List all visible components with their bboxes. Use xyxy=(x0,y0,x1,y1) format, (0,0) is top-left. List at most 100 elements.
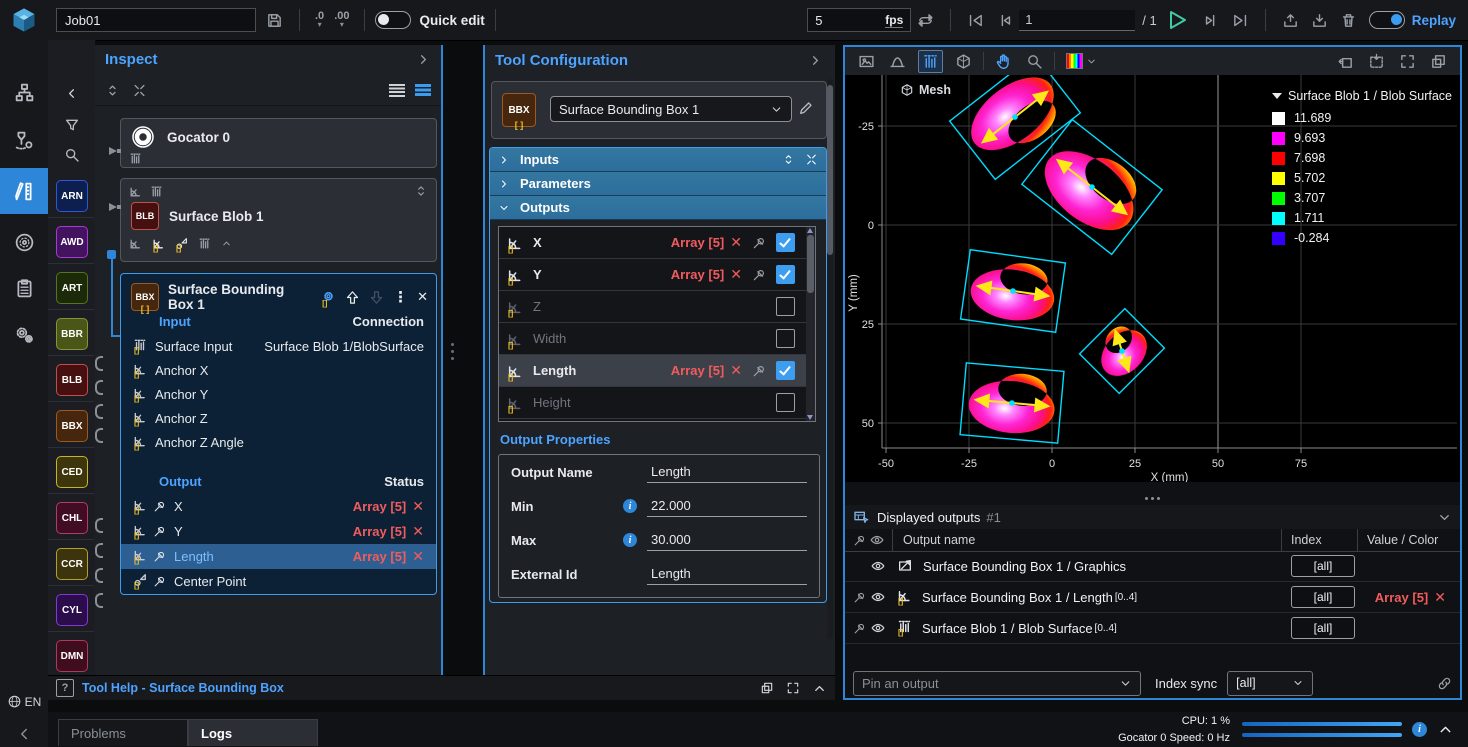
tool-select-dropdown[interactable]: Surface Bounding Box 1 xyxy=(550,96,792,122)
sidebar-item-system[interactable] xyxy=(0,72,48,112)
remove-output-icon[interactable]: ✕ xyxy=(412,498,424,515)
tool-config-scrollbar[interactable] xyxy=(827,79,833,639)
pin-an-output-dropdown[interactable]: Pin an output xyxy=(853,671,1141,696)
remove-output-icon[interactable]: ✕ xyxy=(730,266,742,283)
expand-all-tools-icon[interactable] xyxy=(105,83,120,98)
tool-menu-kebab-icon[interactable]: ⋮ xyxy=(393,290,408,305)
tool-badge-cyl[interactable]: CYL xyxy=(56,594,88,626)
panel-splitter-grip[interactable] xyxy=(449,343,455,369)
property-input[interactable] xyxy=(647,462,807,483)
visibility-icon[interactable] xyxy=(871,590,885,604)
import-recording-button[interactable] xyxy=(1311,12,1328,29)
outputs-section-header[interactable]: Outputs xyxy=(490,196,826,220)
tab-problems[interactable]: Problems xyxy=(58,719,188,746)
play-button[interactable] xyxy=(1165,8,1189,32)
bbox-input-row[interactable]: []Anchor Z Angle xyxy=(121,430,436,454)
export-recording-button[interactable] xyxy=(1282,12,1299,29)
app-logo[interactable] xyxy=(0,0,48,40)
bbox-output-row[interactable]: []XArray [5]✕ xyxy=(121,494,436,519)
displayed-outputs-header[interactable]: Displayed outputs #1 xyxy=(845,505,1460,529)
frame-number-input[interactable]: 1 xyxy=(1019,10,1135,31)
surface-blob-node-card[interactable]: BLB Surface Blob 1 [] [] xyxy=(120,178,437,262)
remove-output-icon[interactable]: ✕ xyxy=(412,548,424,565)
pin-output-icon[interactable] xyxy=(752,236,766,250)
sidebar-item-inspect[interactable] xyxy=(0,168,48,214)
pin-icon[interactable] xyxy=(853,591,867,604)
surface-view-icon[interactable] xyxy=(918,50,943,73)
next-frame-button[interactable] xyxy=(1203,12,1220,29)
config-output-row[interactable]: []Height xyxy=(499,387,815,419)
property-input[interactable] xyxy=(647,530,807,551)
delete-recording-button[interactable] xyxy=(1340,12,1357,29)
config-output-row[interactable]: []Z xyxy=(499,291,815,323)
bbox-input-row[interactable]: []Anchor Y xyxy=(121,382,436,406)
info-icon[interactable]: i xyxy=(623,533,637,547)
output-enable-checkbox[interactable] xyxy=(776,393,795,412)
mesh-view-icon[interactable] xyxy=(955,53,972,70)
output-enable-checkbox[interactable] xyxy=(776,265,795,284)
tool-badge-bbx[interactable]: BBX xyxy=(56,410,88,442)
inputs-section-header[interactable]: Inputs xyxy=(490,148,826,172)
info-icon[interactable]: i xyxy=(623,499,637,513)
surface-bounding-box-node-card[interactable]: BBX[ ] Surface Bounding Box 1 [] ⋮ ✕ Inp… xyxy=(120,273,437,595)
move-tool-up-icon[interactable] xyxy=(345,290,360,305)
search-tools-icon[interactable] xyxy=(48,142,95,168)
filter-tools-icon[interactable] xyxy=(48,112,95,138)
tool-badge-awd[interactable]: AWD xyxy=(56,226,88,258)
remove-output-icon[interactable]: ✕ xyxy=(730,234,742,251)
collapse-all-sections-icon[interactable] xyxy=(805,153,818,166)
quick-edit-toggle[interactable] xyxy=(375,11,411,29)
property-input[interactable] xyxy=(647,496,807,517)
expand-all-sections-icon[interactable] xyxy=(782,153,795,166)
sidebar-item-output[interactable] xyxy=(0,222,48,262)
expand-help-icon[interactable] xyxy=(812,681,827,696)
rename-tool-icon[interactable] xyxy=(798,100,814,116)
parameters-section-header[interactable]: Parameters xyxy=(490,172,826,196)
tool-badge-chl[interactable]: CHL xyxy=(56,502,88,534)
pin-output-icon[interactable] xyxy=(752,364,766,378)
displayed-output-row[interactable]: []Surface Bounding Box 1 / Length[0..4][… xyxy=(845,582,1460,613)
decimal-increase-button[interactable]: .00▾ xyxy=(334,11,349,29)
job-name-input[interactable] xyxy=(56,8,256,32)
expand-rail-button[interactable] xyxy=(0,725,48,743)
pan-tool-icon[interactable] xyxy=(995,53,1012,70)
remove-displayed-output-icon[interactable]: ✕ xyxy=(1434,589,1446,606)
config-output-row[interactable]: []LengthArray [5]✕ xyxy=(499,355,815,387)
tool-badge-ced[interactable]: CED xyxy=(56,456,88,488)
block-view-button[interactable] xyxy=(415,84,431,97)
replay-toggle[interactable] xyxy=(1369,11,1405,29)
move-tool-down-icon[interactable] xyxy=(369,290,384,305)
tool-badge-arn[interactable]: ARN xyxy=(56,180,88,212)
list-view-button[interactable] xyxy=(389,84,405,97)
multi-view-icon[interactable] xyxy=(1430,53,1447,70)
sidebar-item-sensor[interactable] xyxy=(0,120,48,160)
bbox-output-row[interactable]: []Center Point xyxy=(121,569,436,594)
tool-badge-dmn[interactable]: DMN xyxy=(56,640,88,672)
skip-to-first-frame-button[interactable] xyxy=(967,12,984,29)
tool-badge-ccr[interactable]: CCR xyxy=(56,548,88,580)
decimal-decrease-button[interactable]: .0▾ xyxy=(315,11,324,29)
collapse-all-tools-icon[interactable] xyxy=(132,83,147,98)
tool-help-bar[interactable]: ? Tool Help - Surface Bounding Box xyxy=(48,675,835,700)
tool-badge-blb[interactable]: BLB xyxy=(56,364,88,396)
tool-badge-bbr[interactable]: BBR xyxy=(56,318,88,350)
image-view-icon[interactable] xyxy=(858,53,875,70)
pin-icon[interactable] xyxy=(853,622,867,635)
config-output-row[interactable]: [] xyxy=(499,419,815,422)
config-output-row[interactable]: []YArray [5]✕ xyxy=(499,259,815,291)
profile-view-icon[interactable] xyxy=(889,53,906,70)
collapse-tool-config-button[interactable] xyxy=(808,53,823,68)
pin-output-icon[interactable] xyxy=(752,268,766,282)
more-outputs-icon[interactable] xyxy=(221,238,232,249)
tool-settings-icon[interactable]: [] xyxy=(321,290,336,305)
mesh-overlay-label[interactable]: Mesh xyxy=(900,83,951,97)
fullscreen-view-icon[interactable] xyxy=(1399,53,1416,70)
close-tool-card-icon[interactable]: ✕ xyxy=(417,289,428,305)
displayed-output-row[interactable]: []Surface Blob 1 / Blob Surface[0..4][al… xyxy=(845,613,1460,644)
output-enable-checkbox[interactable] xyxy=(776,297,795,316)
sidebar-item-settings[interactable] xyxy=(0,314,48,354)
legend-collapse-icon[interactable] xyxy=(1272,93,1282,99)
tab-logs[interactable]: Logs xyxy=(188,719,318,746)
dock-view-icon[interactable] xyxy=(1337,53,1354,70)
gocator-node-card[interactable]: Gocator 0 xyxy=(120,118,437,168)
